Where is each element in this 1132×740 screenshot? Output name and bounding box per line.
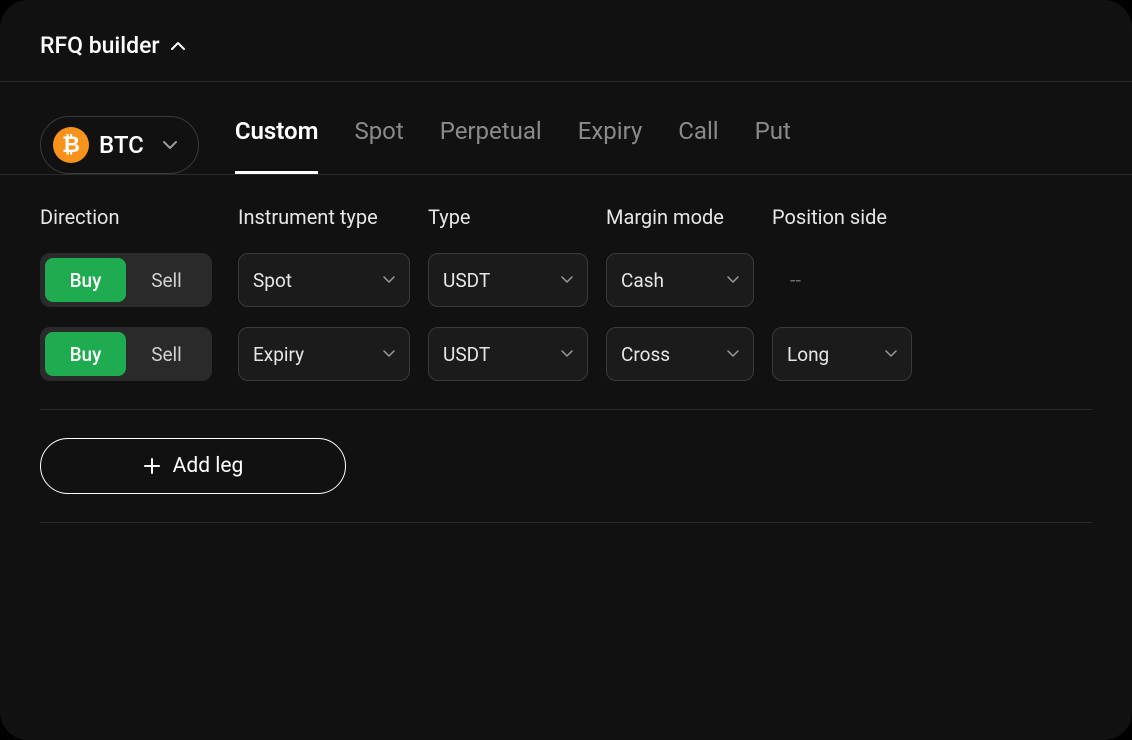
- chevron-down-icon: [561, 350, 573, 358]
- select-value: USDT: [443, 343, 490, 366]
- chevron-up-icon[interactable]: [170, 38, 186, 54]
- panel-title: RFQ builder: [40, 32, 160, 59]
- add-leg-label: Add leg: [173, 454, 244, 478]
- rfq-builder-panel: RFQ builder ₿ BTC Custom Spot Perpetual …: [0, 0, 1132, 740]
- panel-header: RFQ builder: [0, 0, 1132, 82]
- type-select[interactable]: USDT: [428, 327, 588, 381]
- direction-toggle: Buy Sell: [40, 327, 212, 381]
- position-side-empty: --: [772, 268, 912, 292]
- col-position-side: Position side: [772, 205, 912, 233]
- margin-mode-select[interactable]: Cash: [606, 253, 754, 307]
- asset-symbol: BTC: [99, 131, 144, 159]
- margin-mode-select[interactable]: Cross: [606, 327, 754, 381]
- add-leg-button[interactable]: Add leg: [40, 438, 346, 494]
- tab-perpetual[interactable]: Perpetual: [440, 117, 542, 174]
- strategy-tabs: Custom Spot Perpetual Expiry Call Put: [235, 117, 1092, 173]
- tab-expiry[interactable]: Expiry: [578, 117, 643, 174]
- select-value: Expiry: [253, 343, 304, 366]
- buy-button[interactable]: Buy: [45, 258, 126, 302]
- chevron-down-icon: [727, 276, 739, 284]
- col-instrument-type: Instrument type: [238, 205, 410, 233]
- chevron-down-icon: [162, 140, 178, 150]
- select-value: Spot: [253, 269, 292, 292]
- plus-icon: [143, 457, 161, 475]
- chevron-down-icon: [383, 350, 395, 358]
- divider: [40, 522, 1092, 523]
- type-select[interactable]: USDT: [428, 253, 588, 307]
- chevron-down-icon: [885, 350, 897, 358]
- sell-button[interactable]: Sell: [126, 332, 207, 376]
- chevron-down-icon: [561, 276, 573, 284]
- select-value: USDT: [443, 269, 490, 292]
- direction-toggle: Buy Sell: [40, 253, 212, 307]
- col-margin-mode: Margin mode: [606, 205, 754, 233]
- buy-button[interactable]: Buy: [45, 332, 126, 376]
- tab-custom[interactable]: Custom: [235, 117, 319, 174]
- select-value: Cash: [621, 269, 664, 292]
- select-value: Cross: [621, 343, 670, 366]
- sell-button[interactable]: Sell: [126, 258, 207, 302]
- bitcoin-icon: ₿: [53, 127, 89, 163]
- instrument-type-select[interactable]: Spot: [238, 253, 410, 307]
- tab-spot[interactable]: Spot: [354, 117, 403, 174]
- col-type: Type: [428, 205, 588, 233]
- chevron-down-icon: [383, 276, 395, 284]
- add-leg-row: Add leg: [0, 410, 1132, 494]
- select-value: Long: [787, 343, 829, 366]
- tab-put[interactable]: Put: [755, 117, 791, 174]
- chevron-down-icon: [727, 350, 739, 358]
- tab-call[interactable]: Call: [678, 117, 718, 174]
- asset-tabs-row: ₿ BTC Custom Spot Perpetual Expiry Call …: [0, 82, 1132, 175]
- instrument-type-select[interactable]: Expiry: [238, 327, 410, 381]
- legs-grid: Direction Instrument type Type Margin mo…: [40, 205, 1092, 381]
- col-direction: Direction: [40, 205, 220, 233]
- asset-selector[interactable]: ₿ BTC: [40, 116, 199, 174]
- position-side-select[interactable]: Long: [772, 327, 912, 381]
- legs-form: Direction Instrument type Type Margin mo…: [0, 175, 1132, 381]
